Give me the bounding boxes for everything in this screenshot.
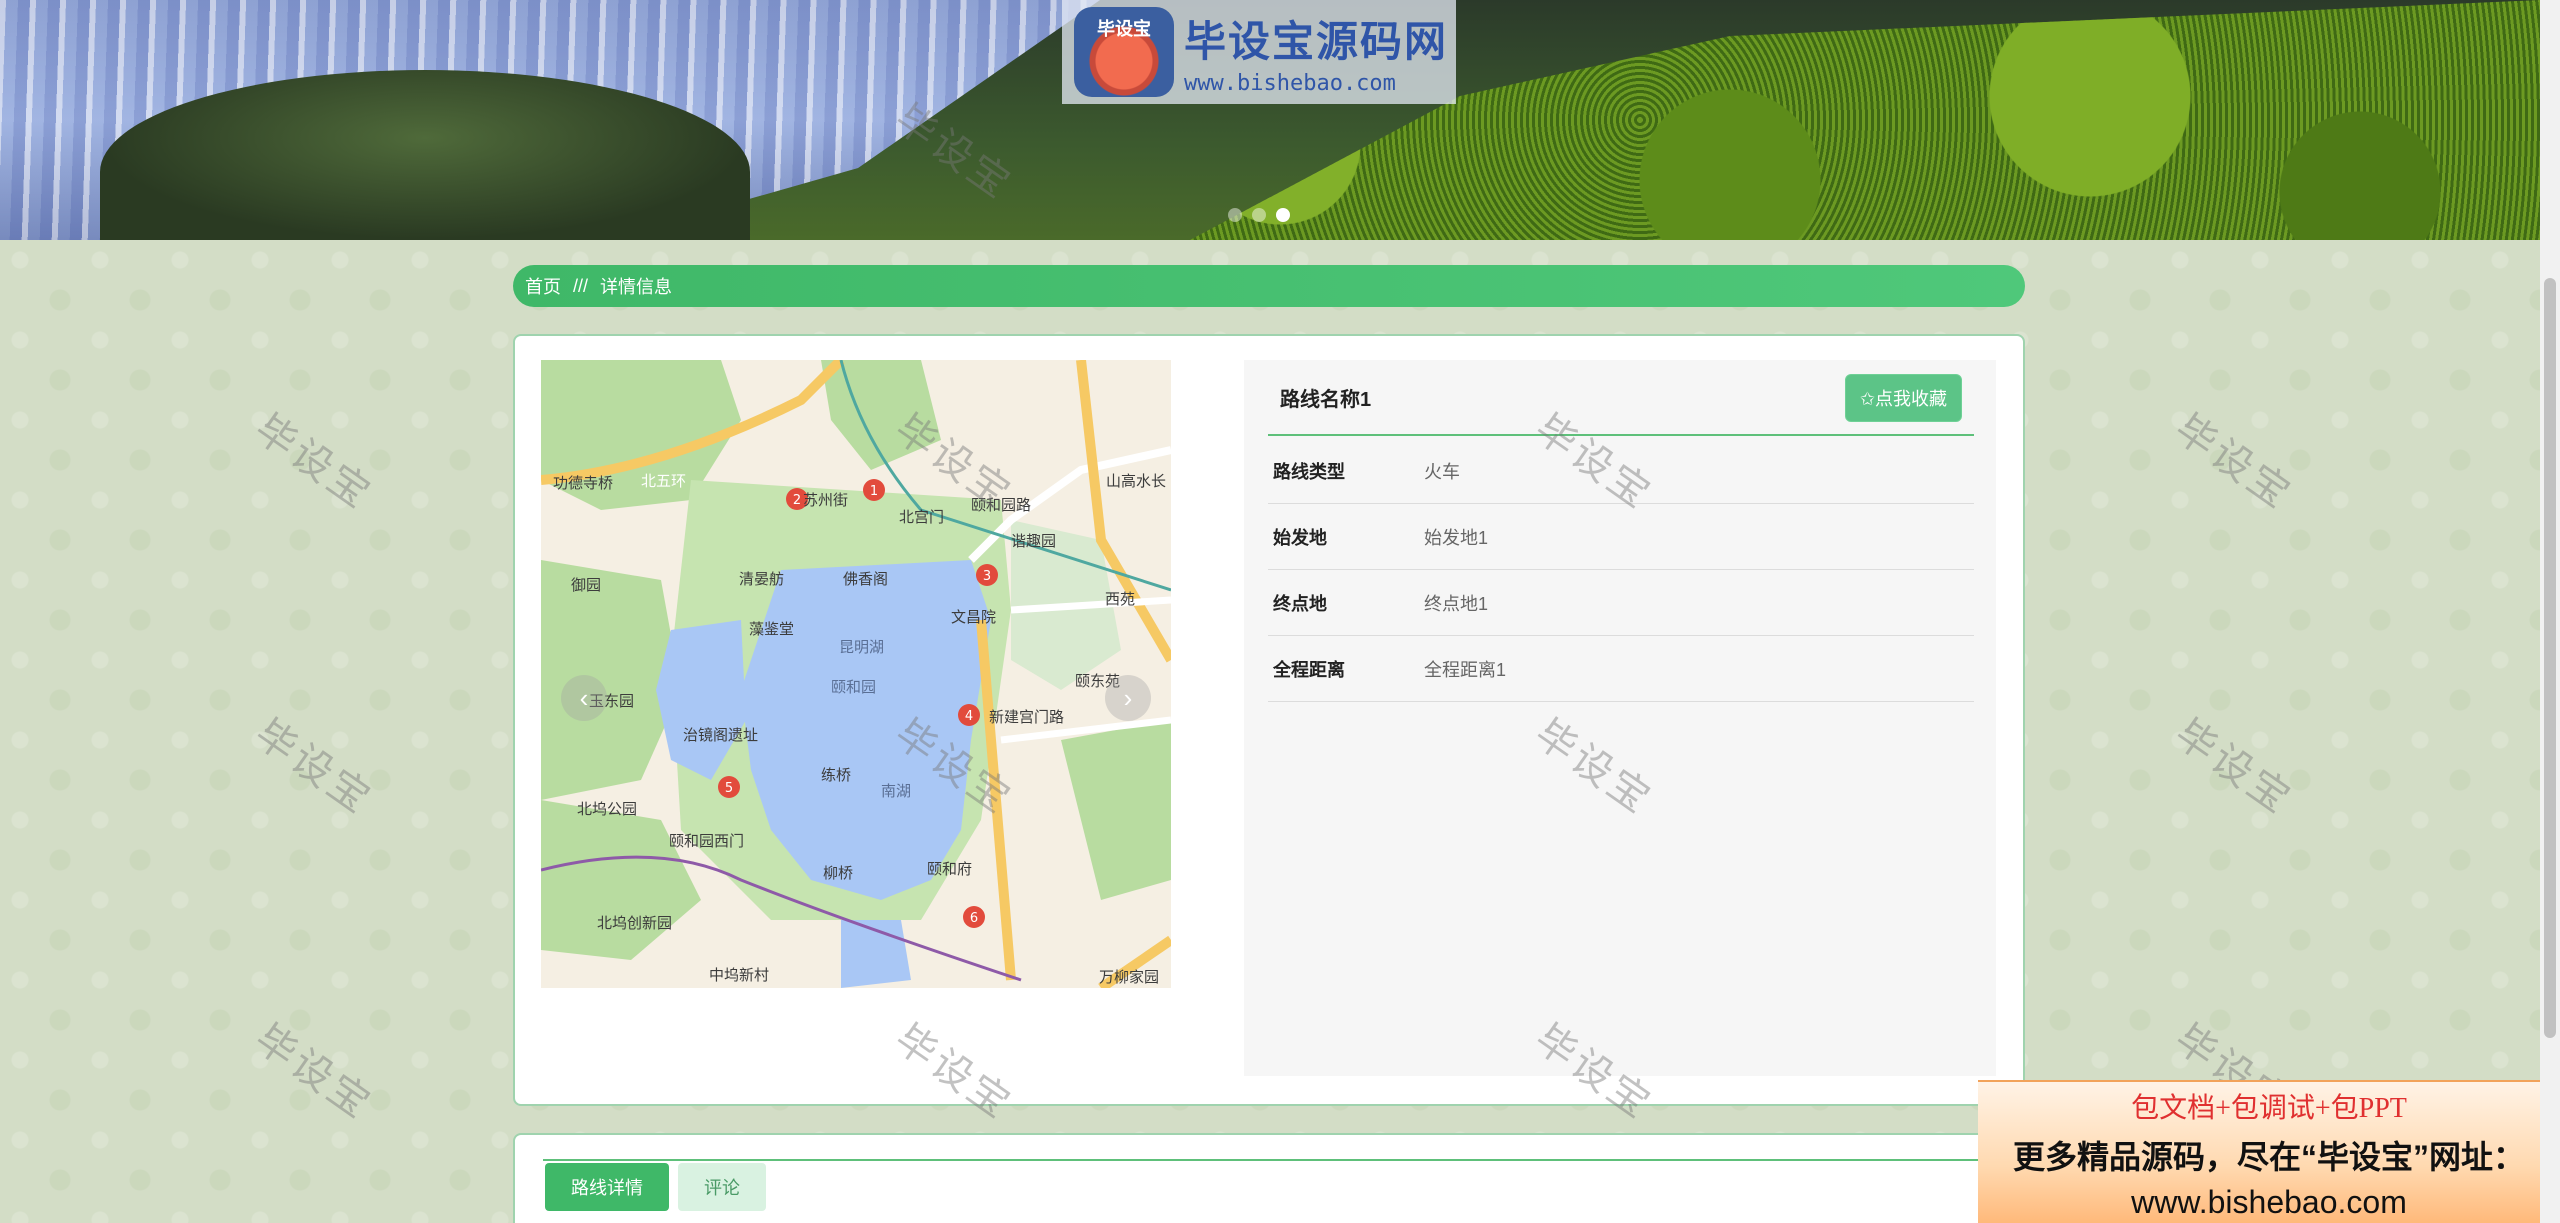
svg-text:治镜阁遗址: 治镜阁遗址 — [683, 726, 758, 744]
info-row-route-type: 路线类型 火车 — [1268, 438, 1974, 504]
scrollbar-thumb[interactable] — [2544, 278, 2556, 1038]
svg-text:柳桥: 柳桥 — [823, 864, 853, 882]
logo-icon: 毕设宝 — [1074, 7, 1174, 97]
promo-line-2: 更多精品源码，尽在“毕设宝”网址： — [2012, 1139, 2525, 1175]
svg-text:1: 1 — [870, 484, 878, 499]
carousel-dot[interactable] — [1252, 208, 1266, 222]
svg-text:颐和园路: 颐和园路 — [971, 496, 1031, 514]
route-info-header: 路线名称1 ✩点我收藏 — [1268, 360, 1974, 436]
info-row-destination: 终点地 终点地1 — [1268, 570, 1974, 636]
logo-url: www.bishebao.com — [1184, 71, 1396, 96]
svg-text:佛香阁: 佛香阁 — [843, 570, 888, 588]
svg-text:功德寺桥: 功德寺桥 — [553, 474, 613, 492]
favorite-button[interactable]: ✩点我收藏 — [1844, 374, 1962, 422]
field-label: 始发地 — [1273, 527, 1327, 548]
field-value: 火车 — [1424, 461, 1460, 482]
breadcrumb-home-link[interactable]: 首页 — [525, 273, 561, 299]
promo-line-3: www.bishebao.com — [2131, 1184, 2407, 1220]
svg-text:御园: 御园 — [571, 576, 601, 594]
svg-text:颐和府: 颐和府 — [927, 860, 972, 878]
field-value: 始发地1 — [1424, 527, 1489, 548]
detail-card: 1 2 3 4 5 6 功德寺桥 北五环 苏州街北宫门 颐和园路谐趣园 山高水长御园 清… — [513, 334, 2025, 1106]
route-info-panel: 路线名称1 ✩点我收藏 路线类型 火车 始发地 始发地1 终点地 终点地1 全程… — [1244, 360, 1996, 1076]
promo-line-1: 包文档+包调试+包PPT — [2131, 1093, 2407, 1124]
svg-text:北坞创新园: 北坞创新园 — [597, 914, 672, 932]
breadcrumb: 首页 /// 详情信息 — [513, 265, 2025, 307]
page-scrollbar[interactable] — [2540, 0, 2560, 1223]
tab-comments[interactable]: 评论 — [678, 1163, 766, 1211]
field-label: 路线类型 — [1273, 461, 1345, 482]
detail-tabs-card: 路线详情 评论 — [513, 1133, 2025, 1223]
svg-text:文昌院: 文昌院 — [951, 608, 996, 626]
svg-text:颐和园: 颐和园 — [831, 678, 876, 696]
map-graphic: 1 2 3 4 5 6 功德寺桥 北五环 苏州街北宫门 颐和园路谐趣园 山高水长御园 清… — [541, 360, 1171, 988]
svg-text:中坞新村: 中坞新村 — [709, 966, 769, 984]
svg-text:4: 4 — [965, 709, 973, 724]
svg-text:2: 2 — [793, 493, 801, 508]
carousel-next-button[interactable]: › — [1105, 675, 1151, 721]
svg-text:谐趣园: 谐趣园 — [1011, 532, 1056, 550]
logo-title: 毕设宝源码网 — [1184, 18, 1449, 65]
svg-text:苏州街: 苏州街 — [803, 491, 848, 509]
svg-text:新建宫门路: 新建宫门路 — [989, 708, 1064, 726]
svg-text:山高水长: 山高水长 — [1106, 472, 1166, 490]
svg-text:万柳家园: 万柳家园 — [1099, 968, 1159, 986]
carousel-dot[interactable] — [1228, 208, 1242, 222]
svg-text:6: 6 — [970, 911, 978, 926]
breadcrumb-current: 详情信息 — [600, 277, 673, 297]
carousel-prev-button[interactable]: ‹ — [561, 675, 607, 721]
carousel-indicators — [1228, 208, 1290, 222]
field-value: 终点地1 — [1424, 593, 1489, 614]
route-map-image: 1 2 3 4 5 6 功德寺桥 北五环 苏州街北宫门 颐和园路谐趣园 山高水长御园 清… — [541, 360, 1171, 988]
promo-banner[interactable]: 包文档+包调试+包PPT 更多精品源码，尽在“毕设宝”网址： www.bishe… — [1978, 1080, 2560, 1223]
logo-badge-text: 毕设宝 — [1097, 19, 1151, 39]
svg-text:昆明湖: 昆明湖 — [839, 638, 884, 656]
svg-text:3: 3 — [983, 569, 991, 584]
svg-text:5: 5 — [725, 781, 733, 796]
breadcrumb-separator: /// — [573, 275, 589, 296]
field-value: 全程距离1 — [1424, 659, 1507, 680]
info-row-origin: 始发地 始发地1 — [1268, 504, 1974, 570]
banner-carousel[interactable]: 毕设宝 毕设宝源码网 www.bishebao.com — [0, 0, 2540, 240]
route-name-title: 路线名称1 — [1280, 388, 1372, 411]
svg-text:北坞公园: 北坞公园 — [577, 800, 637, 818]
svg-text:练桥: 练桥 — [821, 766, 851, 784]
svg-text:北五环: 北五环 — [641, 472, 686, 490]
carousel-dot-active[interactable] — [1276, 208, 1290, 222]
svg-text:西苑: 西苑 — [1105, 590, 1135, 608]
site-logo[interactable]: 毕设宝 毕设宝源码网 www.bishebao.com — [1062, 0, 1456, 104]
info-row-distance: 全程距离 全程距离1 — [1268, 636, 1974, 702]
tabs-divider — [543, 1159, 2003, 1161]
svg-text:颐和园西门: 颐和园西门 — [669, 832, 744, 850]
tab-route-details[interactable]: 路线详情 — [545, 1163, 669, 1211]
svg-text:南湖: 南湖 — [881, 782, 911, 800]
svg-text:北宫门: 北宫门 — [899, 508, 944, 526]
svg-text:藻鉴堂: 藻鉴堂 — [749, 620, 794, 638]
field-label: 终点地 — [1273, 593, 1327, 614]
field-label: 全程距离 — [1273, 659, 1345, 680]
svg-text:清晏舫: 清晏舫 — [739, 570, 784, 588]
